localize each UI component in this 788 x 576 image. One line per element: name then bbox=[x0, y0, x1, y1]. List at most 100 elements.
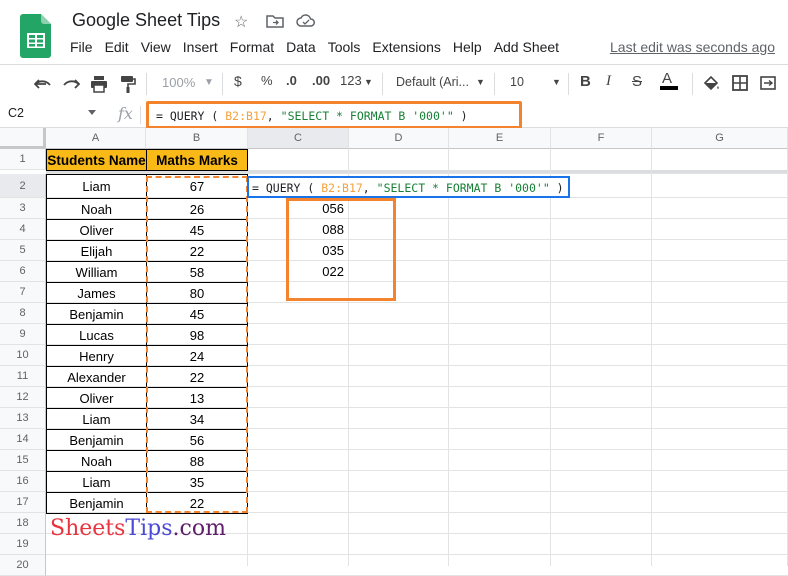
menu-help[interactable]: Help bbox=[453, 39, 482, 55]
menu-add-sheet[interactable]: Add Sheet bbox=[494, 39, 559, 55]
cell-student-name[interactable]: Noah bbox=[46, 198, 147, 220]
watermark-part2: Tips bbox=[125, 516, 173, 541]
formula-range: B2:B17 bbox=[321, 181, 363, 195]
cell-c2-formula[interactable]: = QUERY ( B2:B17, "SELECT * FORMAT B '00… bbox=[252, 181, 564, 195]
menu-file[interactable]: File bbox=[70, 39, 93, 55]
menu-extensions[interactable]: Extensions bbox=[372, 39, 440, 55]
cell-student-name[interactable]: James bbox=[46, 282, 147, 304]
menu-data[interactable]: Data bbox=[286, 39, 316, 55]
active-cell-c2[interactable]: = QUERY ( B2:B17, "SELECT * FORMAT B '00… bbox=[247, 176, 570, 198]
row-header-11[interactable]: 11 bbox=[0, 366, 46, 387]
text-color-button[interactable]: A bbox=[660, 70, 678, 90]
text-color-label: A bbox=[662, 70, 673, 87]
currency-button[interactable]: $ bbox=[234, 73, 242, 89]
name-box[interactable]: C2 bbox=[8, 106, 24, 120]
redo-icon[interactable] bbox=[62, 77, 80, 91]
watermark-logo: SheetsTips.com bbox=[50, 516, 226, 541]
cell-student-name[interactable]: Liam bbox=[46, 471, 147, 493]
cell-student-name[interactable]: Lucas bbox=[46, 324, 147, 346]
cell-student-name[interactable]: Henry bbox=[46, 345, 147, 367]
cell-student-name[interactable]: Alexander bbox=[46, 366, 147, 388]
font-select[interactable]: Default (Ari... bbox=[396, 75, 469, 89]
menu-insert[interactable]: Insert bbox=[183, 39, 218, 55]
chevron-down-icon[interactable]: ▼ bbox=[364, 77, 373, 87]
print-icon[interactable] bbox=[90, 75, 108, 93]
fill-color-icon[interactable] bbox=[702, 75, 720, 93]
column-header-g[interactable]: G bbox=[652, 128, 788, 149]
cell-student-name[interactable]: Oliver bbox=[46, 387, 147, 409]
gridline-vertical bbox=[651, 149, 652, 566]
row-header-12[interactable]: 12 bbox=[0, 387, 46, 408]
percent-button[interactable]: % bbox=[261, 73, 273, 88]
row-header-6[interactable]: 6 bbox=[0, 261, 46, 282]
cell-b1-header[interactable]: Maths Marks bbox=[146, 149, 248, 171]
bold-button[interactable]: B bbox=[580, 73, 591, 90]
italic-button[interactable]: I bbox=[606, 73, 611, 90]
row-header-10[interactable]: 10 bbox=[0, 345, 46, 366]
row-header-13[interactable]: 13 bbox=[0, 408, 46, 429]
gridline-horizontal bbox=[46, 554, 788, 555]
cell-student-name[interactable]: Benjamin bbox=[46, 303, 147, 325]
sheets-logo-icon[interactable] bbox=[20, 14, 52, 58]
row-header-19[interactable]: 19 bbox=[0, 534, 46, 555]
chevron-down-icon[interactable]: ▼ bbox=[204, 77, 214, 88]
row-header-9[interactable]: 9 bbox=[0, 324, 46, 345]
cell-student-name[interactable]: Benjamin bbox=[46, 429, 147, 451]
column-header-f[interactable]: F bbox=[551, 128, 652, 149]
menu-tools[interactable]: Tools bbox=[328, 39, 361, 55]
select-all-corner[interactable] bbox=[0, 128, 46, 149]
cell-student-name[interactable]: Liam bbox=[46, 408, 147, 430]
column-header-a[interactable]: A bbox=[46, 128, 146, 149]
star-icon[interactable]: ☆ bbox=[234, 12, 248, 32]
last-edit-link[interactable]: Last edit was seconds ago bbox=[610, 39, 775, 55]
cell-student-name[interactable]: Elijah bbox=[46, 240, 147, 262]
menu-format[interactable]: Format bbox=[230, 39, 274, 55]
row-header-17[interactable]: 17 bbox=[0, 492, 46, 513]
cell-student-name[interactable]: Oliver bbox=[46, 219, 147, 241]
row-header-7[interactable]: 7 bbox=[0, 282, 46, 303]
cloud-status-icon[interactable] bbox=[296, 14, 316, 28]
column-header-d[interactable]: D bbox=[349, 128, 449, 149]
move-to-folder-icon[interactable] bbox=[266, 14, 284, 28]
merge-cells-icon[interactable] bbox=[760, 75, 776, 91]
row-header-14[interactable]: 14 bbox=[0, 429, 46, 450]
cell-student-name[interactable]: William bbox=[46, 261, 147, 283]
row-header-18[interactable]: 18 bbox=[0, 513, 46, 534]
row-header-4[interactable]: 4 bbox=[0, 219, 46, 240]
row-header-15[interactable]: 15 bbox=[0, 450, 46, 471]
row-header-16[interactable]: 16 bbox=[0, 471, 46, 492]
undo-icon[interactable] bbox=[34, 77, 52, 91]
column-header-b[interactable]: B bbox=[146, 128, 248, 149]
row-header-8[interactable]: 8 bbox=[0, 303, 46, 324]
column-header-c[interactable]: C bbox=[248, 128, 349, 149]
menu-bar: File Edit View Insert Format Data Tools … bbox=[70, 39, 571, 55]
menu-view[interactable]: View bbox=[141, 39, 171, 55]
cell-student-name[interactable]: Noah bbox=[46, 450, 147, 472]
font-size-select[interactable]: 10 bbox=[510, 75, 524, 89]
gridline-vertical bbox=[448, 149, 449, 566]
strikethrough-button[interactable]: S bbox=[632, 73, 642, 90]
chevron-down-icon[interactable]: ▼ bbox=[476, 77, 485, 87]
cell-student-name[interactable]: Liam bbox=[46, 174, 147, 199]
row-header-1[interactable]: 1 bbox=[0, 149, 46, 170]
increase-decimal-button[interactable]: .00 bbox=[312, 73, 330, 88]
row-header-5[interactable]: 5 bbox=[0, 240, 46, 261]
gridline-vertical bbox=[550, 149, 551, 566]
paint-format-icon[interactable] bbox=[120, 75, 136, 93]
cell-a1-header[interactable]: Students Name bbox=[46, 149, 147, 171]
document-title[interactable]: Google Sheet Tips bbox=[72, 10, 220, 31]
borders-icon[interactable] bbox=[732, 75, 748, 91]
formula-string: "SELECT * FORMAT B '000'" bbox=[376, 181, 550, 195]
decrease-decimal-button[interactable]: .0 bbox=[286, 73, 297, 88]
chevron-down-icon[interactable]: ▼ bbox=[552, 77, 561, 87]
column-header-e[interactable]: E bbox=[449, 128, 551, 149]
name-box-dropdown-icon[interactable] bbox=[88, 110, 96, 115]
zoom-select[interactable]: 100% bbox=[162, 75, 195, 90]
row-header-2[interactable]: 2 bbox=[0, 174, 46, 198]
watermark-part1: Sheets bbox=[50, 516, 126, 541]
more-formats-button[interactable]: 123 bbox=[340, 73, 362, 88]
menu-edit[interactable]: Edit bbox=[105, 39, 129, 55]
formula-close: ) bbox=[549, 181, 564, 195]
cell-student-name[interactable]: Benjamin bbox=[46, 492, 147, 514]
row-header-3[interactable]: 3 bbox=[0, 198, 46, 219]
